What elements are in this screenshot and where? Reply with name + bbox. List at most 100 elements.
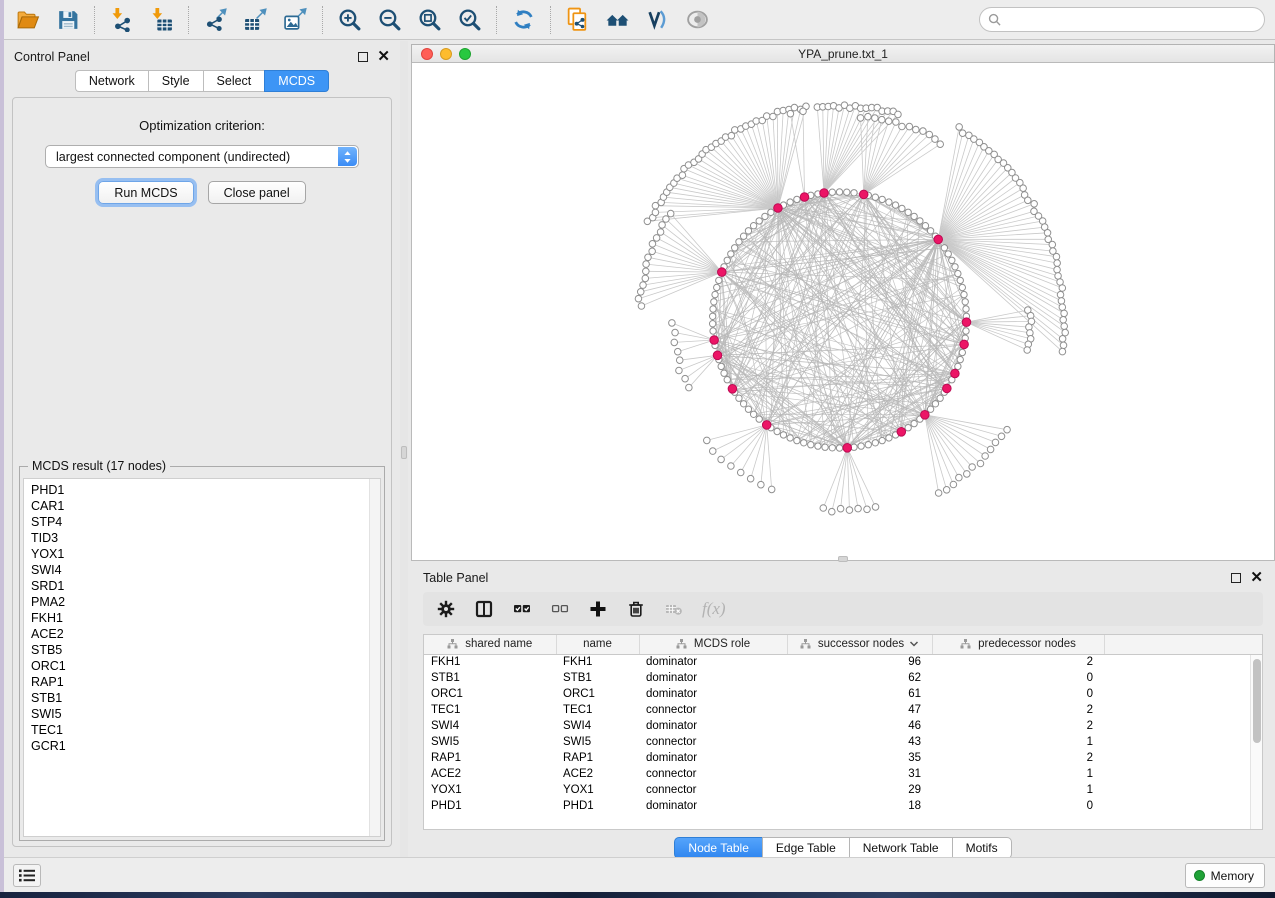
sort-descending-icon xyxy=(909,640,919,648)
mcds-node-item[interactable]: GCR1 xyxy=(24,738,368,754)
table-row[interactable]: ORC1ORC1dominator610 xyxy=(424,686,1262,702)
mcds-result-listbox[interactable]: PHD1CAR1STP4TID3YOX1SWI4SRD1PMA2FKH1ACE2… xyxy=(23,478,381,837)
mcds-result-list: PHD1CAR1STP4TID3YOX1SWI4SRD1PMA2FKH1ACE2… xyxy=(24,482,368,754)
mcds-node-item[interactable]: PHD1 xyxy=(24,482,368,498)
houses-icon[interactable] xyxy=(604,6,631,33)
splitter-grip-icon[interactable] xyxy=(401,446,407,459)
control-panel: Control Panel ✕ Network Style Select MCD… xyxy=(4,41,400,857)
network-window-titlebar[interactable]: YPA_prune.txt_1 xyxy=(411,44,1275,63)
float-panel-icon[interactable] xyxy=(358,52,368,62)
table-row[interactable]: STB1STB1dominator620 xyxy=(424,670,1262,686)
table-scrollbar[interactable] xyxy=(1250,655,1262,829)
table-row[interactable]: FKH1FKH1dominator962 xyxy=(424,654,1262,670)
export-image-icon[interactable] xyxy=(282,6,309,33)
close-panel-icon[interactable]: ✕ xyxy=(377,52,390,62)
tab-motifs[interactable]: Motifs xyxy=(952,837,1012,859)
mcds-node-item[interactable]: STB1 xyxy=(24,690,368,706)
table-row[interactable]: TEC1TEC1connector472 xyxy=(424,702,1262,718)
table-row[interactable]: PHD1PHD1dominator180 xyxy=(424,798,1262,814)
table-row[interactable]: ACE2ACE2connector311 xyxy=(424,766,1262,782)
table-row[interactable]: SWI5SWI5connector431 xyxy=(424,734,1262,750)
import-network-icon[interactable] xyxy=(108,6,135,33)
tab-node-table[interactable]: Node Table xyxy=(674,837,762,859)
export-table-icon[interactable] xyxy=(242,6,269,33)
memory-button[interactable]: Memory xyxy=(1185,863,1265,888)
column-header-mcds-role[interactable]: MCDS role xyxy=(639,635,787,654)
tab-network[interactable]: Network xyxy=(75,70,148,92)
table-row[interactable]: SWI4SWI4dominator462 xyxy=(424,718,1262,734)
column-header-shared-name[interactable]: shared name xyxy=(424,635,556,654)
splitter-grip-icon[interactable] xyxy=(838,556,848,562)
network-from-selection-icon[interactable] xyxy=(564,6,591,33)
window-close-icon[interactable] xyxy=(421,48,433,60)
tab-select[interactable]: Select xyxy=(203,70,265,92)
open-folder-icon[interactable] xyxy=(14,6,41,33)
add-column-icon[interactable] xyxy=(588,600,607,619)
close-panel-icon[interactable]: ✕ xyxy=(1250,573,1263,583)
window-maximize-icon[interactable] xyxy=(459,48,471,60)
delete-column-icon[interactable] xyxy=(626,600,645,619)
mcds-node-item[interactable]: TEC1 xyxy=(24,722,368,738)
gear-icon[interactable] xyxy=(436,600,455,619)
mcds-node-item[interactable]: PMA2 xyxy=(24,594,368,610)
mcds-node-item[interactable]: FKH1 xyxy=(24,610,368,626)
toolbar-separator xyxy=(94,6,95,34)
task-history-button[interactable] xyxy=(13,864,41,887)
table-panel: Table Panel ✕ xyxy=(411,565,1275,857)
mcds-list-scrollbar[interactable] xyxy=(369,479,380,836)
panel-splitter-vertical[interactable] xyxy=(400,41,408,857)
import-table-icon[interactable] xyxy=(148,6,175,33)
save-icon[interactable] xyxy=(54,6,81,33)
mcds-node-item[interactable]: SWI5 xyxy=(24,706,368,722)
zoom-selected-icon[interactable] xyxy=(456,6,483,33)
close-panel-button[interactable]: Close panel xyxy=(208,181,306,204)
mcds-node-item[interactable]: STP4 xyxy=(24,514,368,530)
search-input[interactable] xyxy=(1006,13,1256,27)
mcds-tab-content: Optimization criterion: largest connecte… xyxy=(12,97,392,847)
mcds-node-item[interactable]: STB5 xyxy=(24,642,368,658)
control-panel-tabs: Network Style Select MCDS xyxy=(4,70,400,92)
zoom-fit-icon[interactable] xyxy=(416,6,443,33)
eye-icon xyxy=(684,6,711,33)
tab-style[interactable]: Style xyxy=(148,70,203,92)
mcds-node-item[interactable]: ORC1 xyxy=(24,658,368,674)
float-panel-icon[interactable] xyxy=(1231,573,1241,583)
tab-network-table[interactable]: Network Table xyxy=(849,837,952,859)
mcds-node-item[interactable]: SWI4 xyxy=(24,562,368,578)
table-row[interactable]: YOX1YOX1connector291 xyxy=(424,782,1262,798)
toolbar-separator xyxy=(188,6,189,34)
toolbar-separator xyxy=(550,6,551,34)
column-header-successor-nodes[interactable]: successor nodes xyxy=(787,635,932,654)
zoom-out-icon[interactable] xyxy=(376,6,403,33)
refresh-icon[interactable] xyxy=(510,6,537,33)
memory-label: Memory xyxy=(1211,869,1254,883)
tab-edge-table[interactable]: Edge Table xyxy=(762,837,849,859)
network-graph[interactable] xyxy=(412,63,1274,560)
mcds-node-item[interactable]: CAR1 xyxy=(24,498,368,514)
style-check-icon[interactable] xyxy=(644,6,671,33)
window-minimize-icon[interactable] xyxy=(440,48,452,60)
column-layout-icon[interactable] xyxy=(474,600,493,619)
table-scrollbar-thumb[interactable] xyxy=(1253,659,1261,743)
mcds-node-item[interactable]: RAP1 xyxy=(24,674,368,690)
run-mcds-button[interactable]: Run MCDS xyxy=(98,181,193,204)
show-columns-icon[interactable] xyxy=(512,600,531,619)
table-row[interactable]: RAP1RAP1dominator352 xyxy=(424,750,1262,766)
mcds-node-item[interactable]: TID3 xyxy=(24,530,368,546)
zoom-in-icon[interactable] xyxy=(336,6,363,33)
column-header-predecessor-nodes[interactable]: predecessor nodes xyxy=(932,635,1104,654)
hide-columns-icon[interactable] xyxy=(550,600,569,619)
mcds-node-item[interactable]: SRD1 xyxy=(24,578,368,594)
network-canvas[interactable] xyxy=(411,63,1275,561)
mcds-node-item[interactable]: YOX1 xyxy=(24,546,368,562)
node-table: shared name name MCDS role successor nod… xyxy=(424,635,1262,814)
search-box[interactable] xyxy=(979,7,1265,32)
criterion-select[interactable]: largest connected component (undirected) xyxy=(45,145,359,168)
export-network-icon[interactable] xyxy=(202,6,229,33)
toolbar-separator xyxy=(322,6,323,34)
column-header-name[interactable]: name xyxy=(556,635,639,654)
select-stepper-icon xyxy=(338,147,357,166)
memory-status-icon xyxy=(1194,870,1205,881)
mcds-node-item[interactable]: ACE2 xyxy=(24,626,368,642)
tab-mcds[interactable]: MCDS xyxy=(264,70,329,92)
